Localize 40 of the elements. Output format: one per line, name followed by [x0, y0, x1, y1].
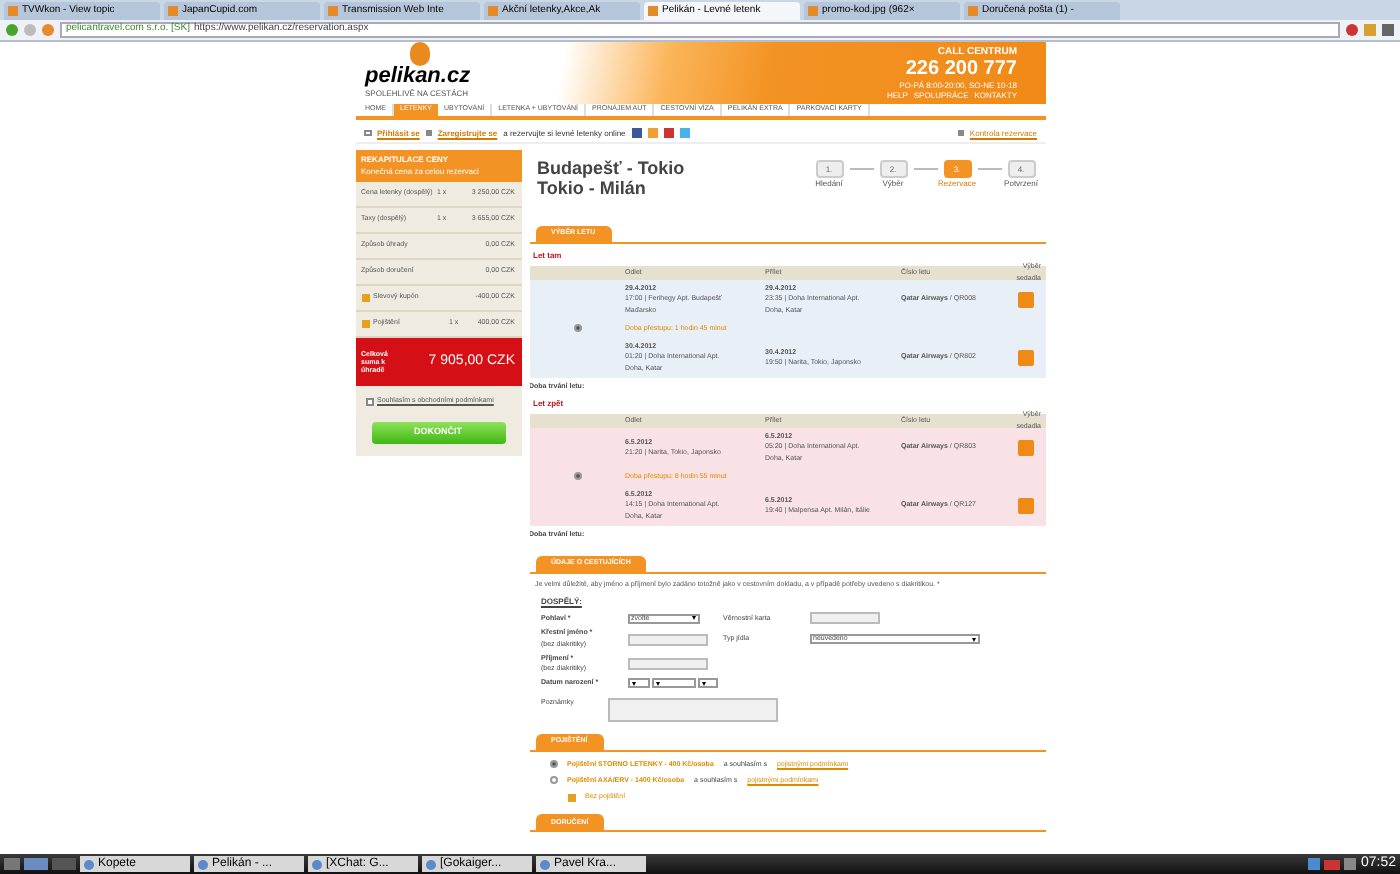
route-title: Budapešť - Tokio [537, 158, 685, 178]
favicon-icon [808, 6, 818, 16]
input-field[interactable] [809, 612, 879, 625]
login-icon [363, 130, 371, 136]
radio-button[interactable] [573, 324, 581, 333]
favicon-icon [648, 6, 658, 16]
checkbox-icon [567, 793, 575, 802]
coupon-icon [361, 294, 369, 302]
tray-icon[interactable] [1308, 858, 1321, 870]
favicon-icon [8, 6, 18, 16]
coupon-icon [361, 320, 369, 328]
favicon-icon [168, 6, 178, 16]
radio-button[interactable] [549, 760, 557, 769]
app-icon [540, 859, 550, 869]
select-field[interactable] [627, 678, 651, 689]
favicon-icon [328, 6, 338, 16]
favicon-icon [968, 6, 978, 16]
radio-button[interactable] [573, 472, 581, 481]
radio-button[interactable] [549, 776, 557, 785]
select-field[interactable] [652, 678, 696, 689]
app-icon [426, 859, 436, 869]
logo: pelikan.cz [365, 66, 473, 88]
favicon-icon [488, 6, 498, 16]
route-title: Tokio - Milán [537, 178, 648, 198]
input-field[interactable] [627, 658, 707, 670]
phone-number: 226 200 777 [905, 59, 1017, 79]
seat-selection-icon[interactable] [1017, 497, 1033, 514]
seat-selection-icon[interactable] [1017, 349, 1033, 366]
app-icon [84, 859, 94, 869]
seat-selection-icon[interactable] [1017, 291, 1033, 308]
app-icon [198, 859, 208, 869]
keyboard-flag-icon[interactable] [1324, 859, 1341, 869]
checkbox[interactable] [365, 397, 373, 406]
check-icon [957, 130, 964, 136]
app-icon [312, 859, 322, 869]
register-icon [425, 130, 432, 136]
seat-selection-icon[interactable] [1017, 439, 1033, 456]
select-field[interactable] [697, 678, 717, 689]
network-icon[interactable] [1344, 858, 1357, 870]
input-field[interactable] [627, 633, 707, 645]
